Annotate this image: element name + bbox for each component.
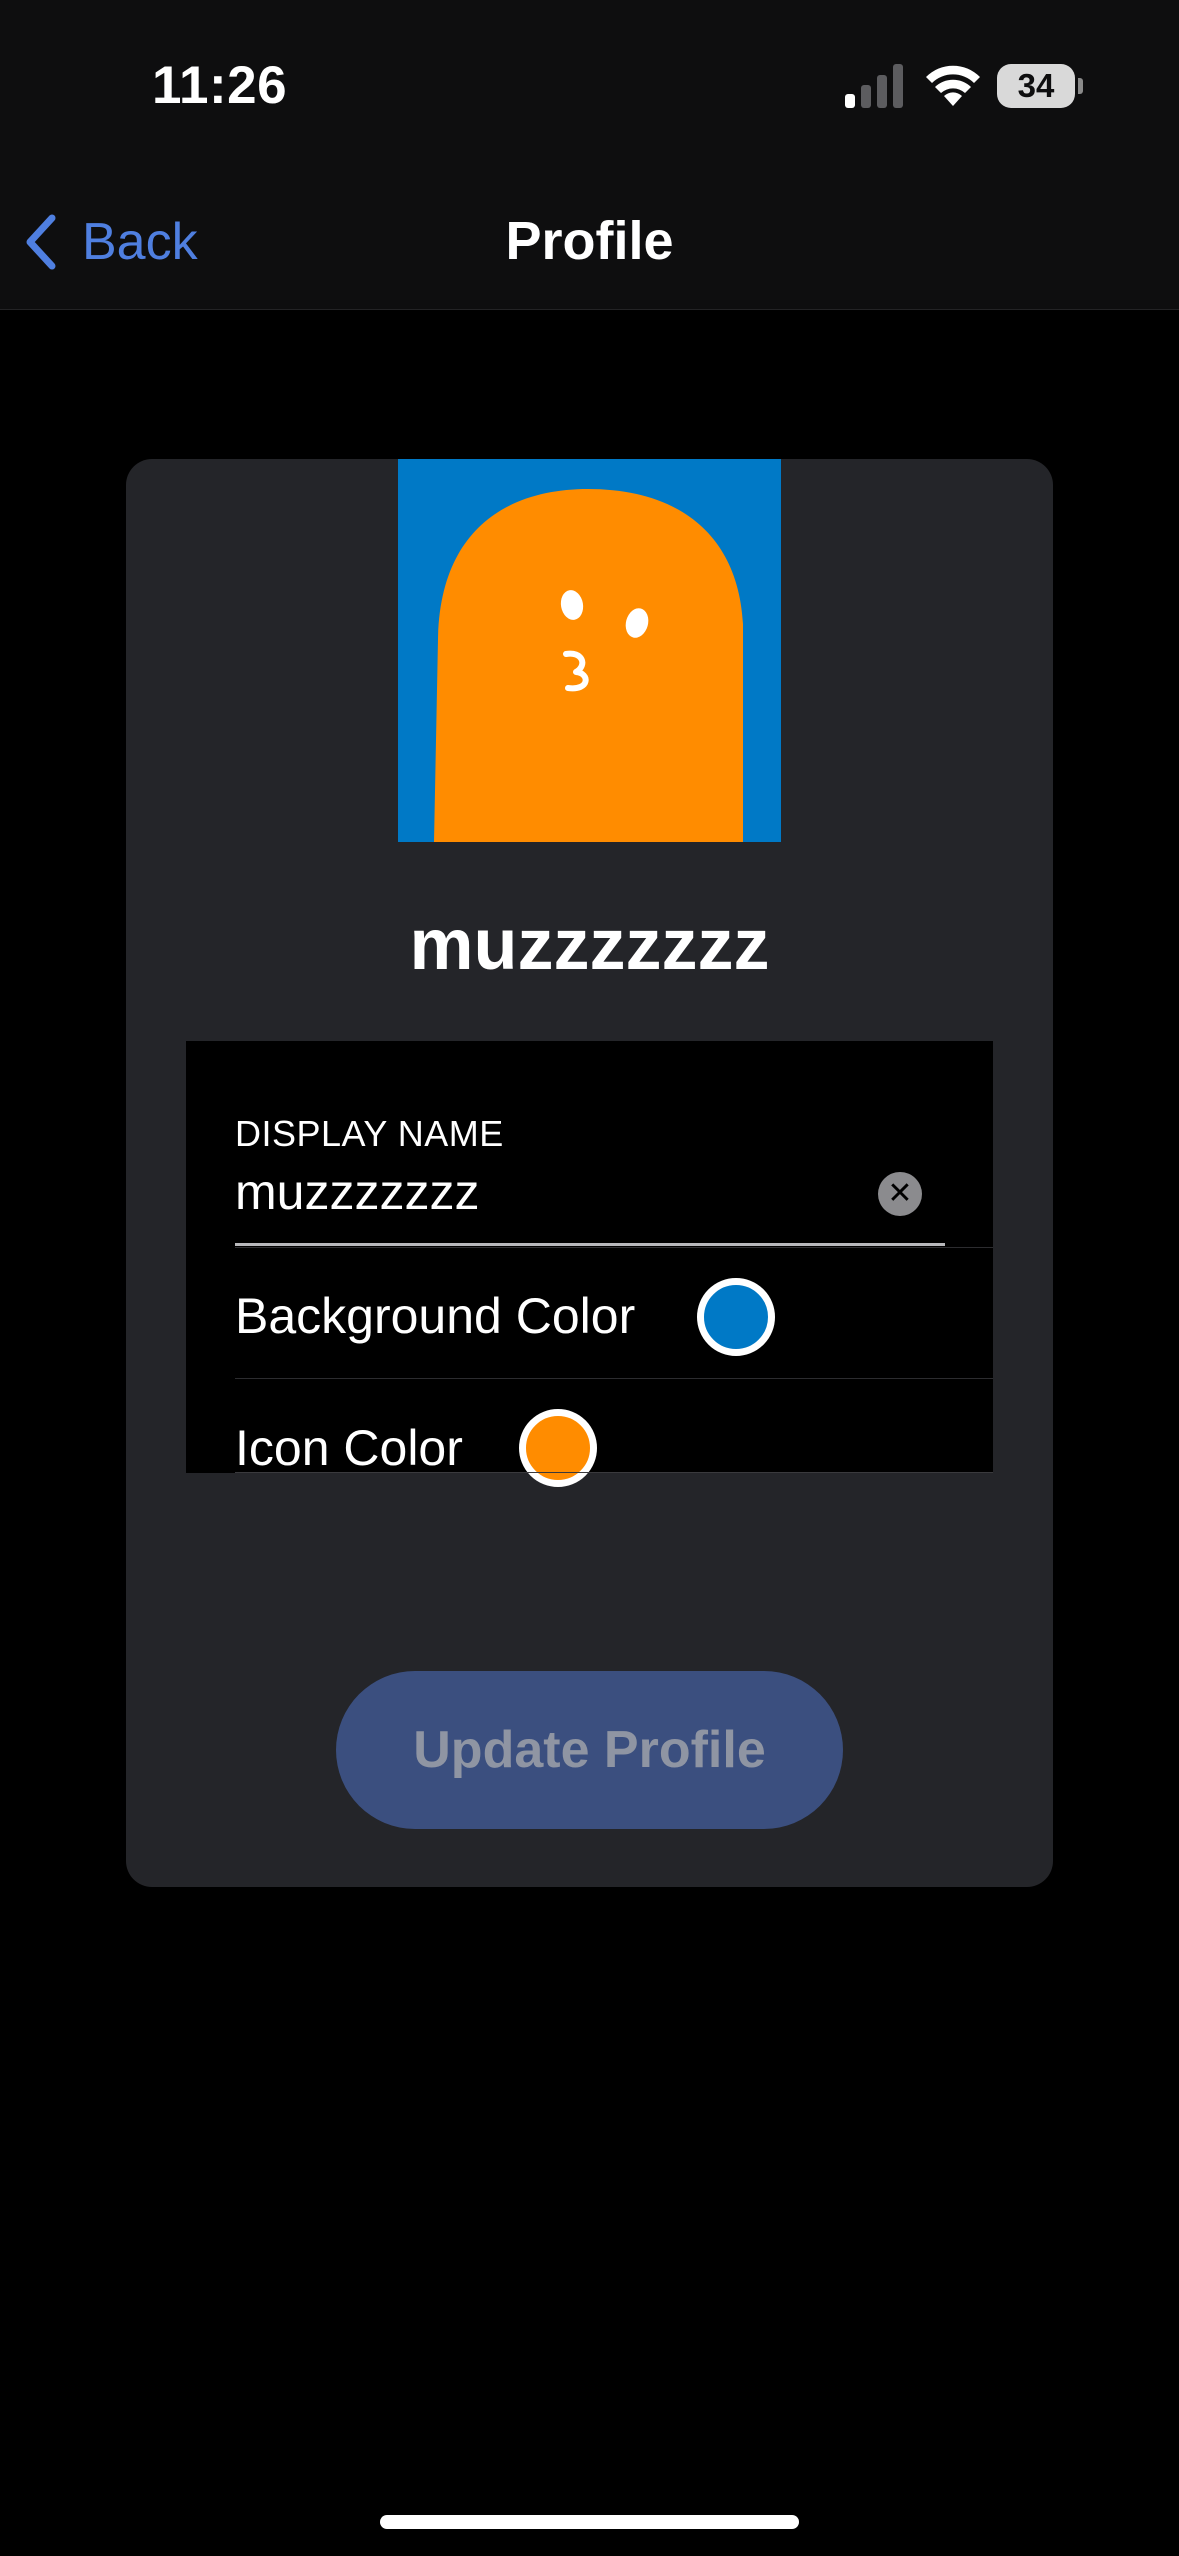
icon-color-swatch[interactable] [519,1409,597,1487]
signal-icon [845,64,903,108]
row-divider [235,1247,993,1248]
wifi-icon [926,65,980,106]
row-divider [235,1472,993,1473]
display-name-input[interactable] [235,1161,875,1223]
background-color-label: Background Color [235,1288,636,1344]
battery-level: 34 [997,64,1075,108]
home-indicator[interactable] [380,2515,799,2529]
display-name-label: DISPLAY NAME [235,1113,504,1154]
ghost-avatar-icon [398,459,781,842]
update-profile-button[interactable]: Update Profile [336,1671,843,1829]
navigation-bar: Back Profile [0,170,1179,310]
profile-form: DISPLAY NAME ✕ Background Color Icon Col… [186,1041,993,1487]
clear-icon[interactable]: ✕ [878,1172,922,1216]
input-underline [235,1243,945,1246]
row-divider [235,1378,993,1379]
background-color-swatch[interactable] [697,1278,775,1356]
battery-cap [1078,78,1083,94]
page-title: Profile [505,211,674,271]
avatar[interactable] [398,459,781,842]
status-time: 11:26 [152,56,288,115]
battery-icon: 34 [997,64,1083,108]
profile-card: muzzzzzzz DISPLAY NAME ✕ Background Colo… [126,459,1053,1887]
icon-color-label: Icon Color [235,1420,463,1476]
profile-username: muzzzzzzz [409,905,770,985]
status-bar: 11:26 34 [0,0,1179,170]
